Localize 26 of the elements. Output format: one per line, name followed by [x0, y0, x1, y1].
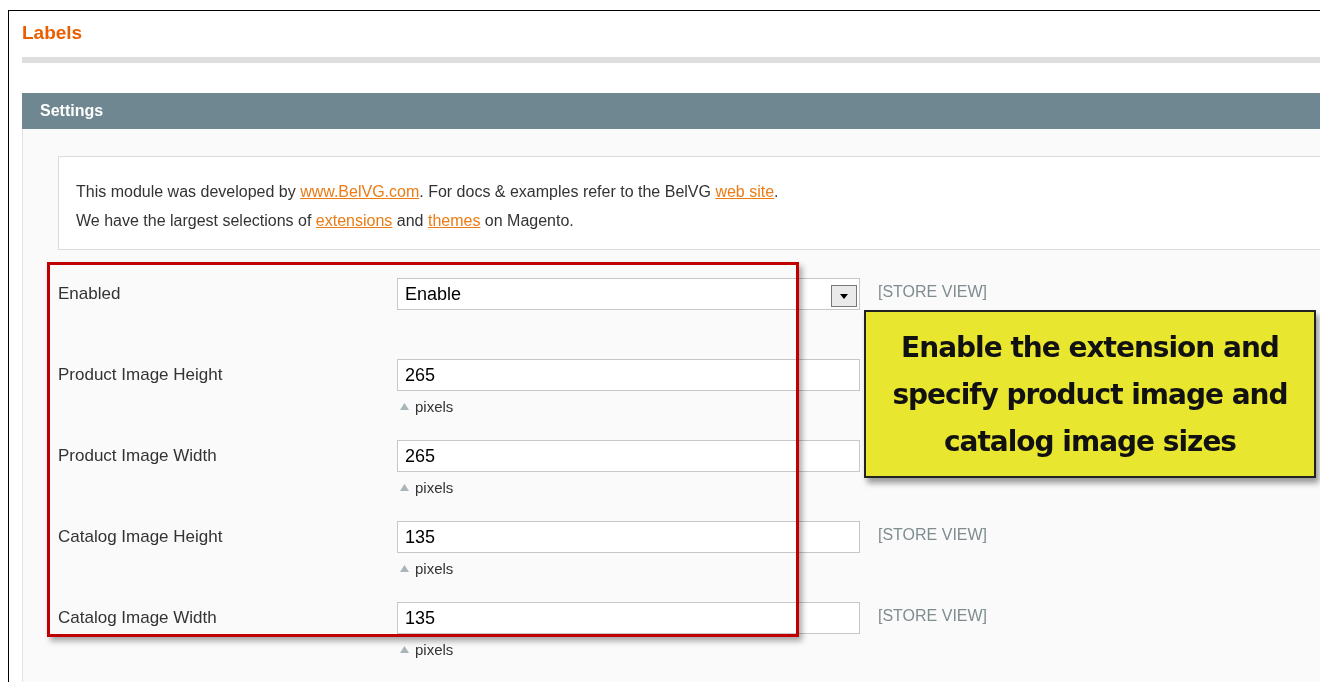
input-field[interactable]: 135: [397, 602, 860, 634]
intro-text: We have the largest selections of extensions and themes on Magento.: [76, 211, 574, 231]
input-field[interactable]: 135: [397, 521, 860, 553]
input-field[interactable]: 265: [397, 359, 860, 391]
field-note: pixels: [415, 479, 454, 496]
input-field[interactable]: 265: [397, 440, 860, 472]
triangle-icon: [400, 565, 409, 572]
field-note: pixels: [415, 641, 454, 658]
triangle-icon: [400, 403, 409, 410]
triangle-icon: [400, 484, 409, 491]
intro-text: This module was developed by www.BelVG.com. For docs & examples refer to the BelVG web site.: [76, 182, 779, 202]
scope-label: [STORE VIEW]: [878, 607, 988, 624]
page-title: Labels: [22, 22, 83, 44]
field-label: Product Image Width: [58, 445, 218, 467]
callout-note: Enable the extension and specify product image and catalog image sizes: [864, 310, 1316, 478]
scope-label: [STORE VIEW]: [878, 283, 988, 300]
field-note: pixels: [415, 560, 454, 577]
dropdown[interactable]: Enable: [397, 278, 860, 310]
field-note: pixels: [415, 398, 454, 415]
section-header[interactable]: Settings: [22, 93, 1320, 129]
field-label: Catalog Image Height: [58, 526, 224, 548]
scope-label: [STORE VIEW]: [878, 526, 988, 543]
triangle-icon: [400, 646, 409, 653]
field-label: Catalog Image Width: [58, 607, 218, 629]
field-label: Product Image Height: [58, 364, 224, 386]
field-label: Enabled: [58, 283, 122, 305]
